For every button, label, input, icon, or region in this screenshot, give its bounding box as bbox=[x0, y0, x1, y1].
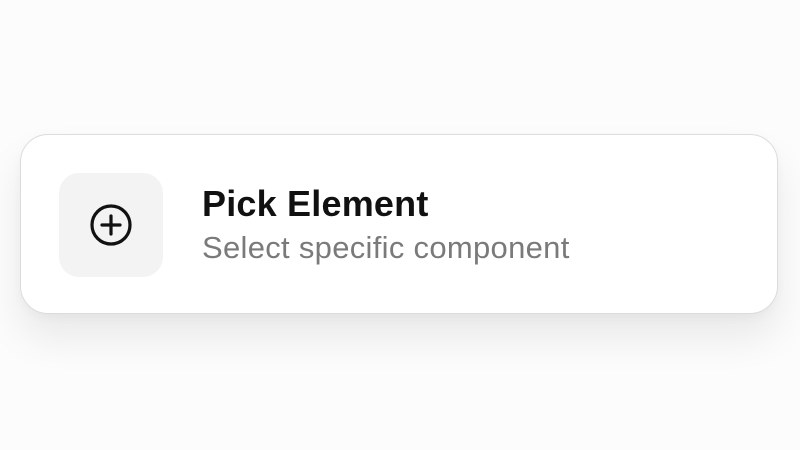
icon-tile bbox=[59, 173, 163, 277]
card-subtitle: Select specific component bbox=[202, 230, 570, 265]
plus-circle-icon bbox=[88, 202, 134, 248]
card-text: Pick Element Select specific component bbox=[202, 181, 570, 269]
card-title: Pick Element bbox=[202, 183, 429, 224]
page: Pick Element Select specific component bbox=[0, 0, 800, 450]
pick-element-button[interactable]: Pick Element Select specific component bbox=[20, 134, 778, 314]
